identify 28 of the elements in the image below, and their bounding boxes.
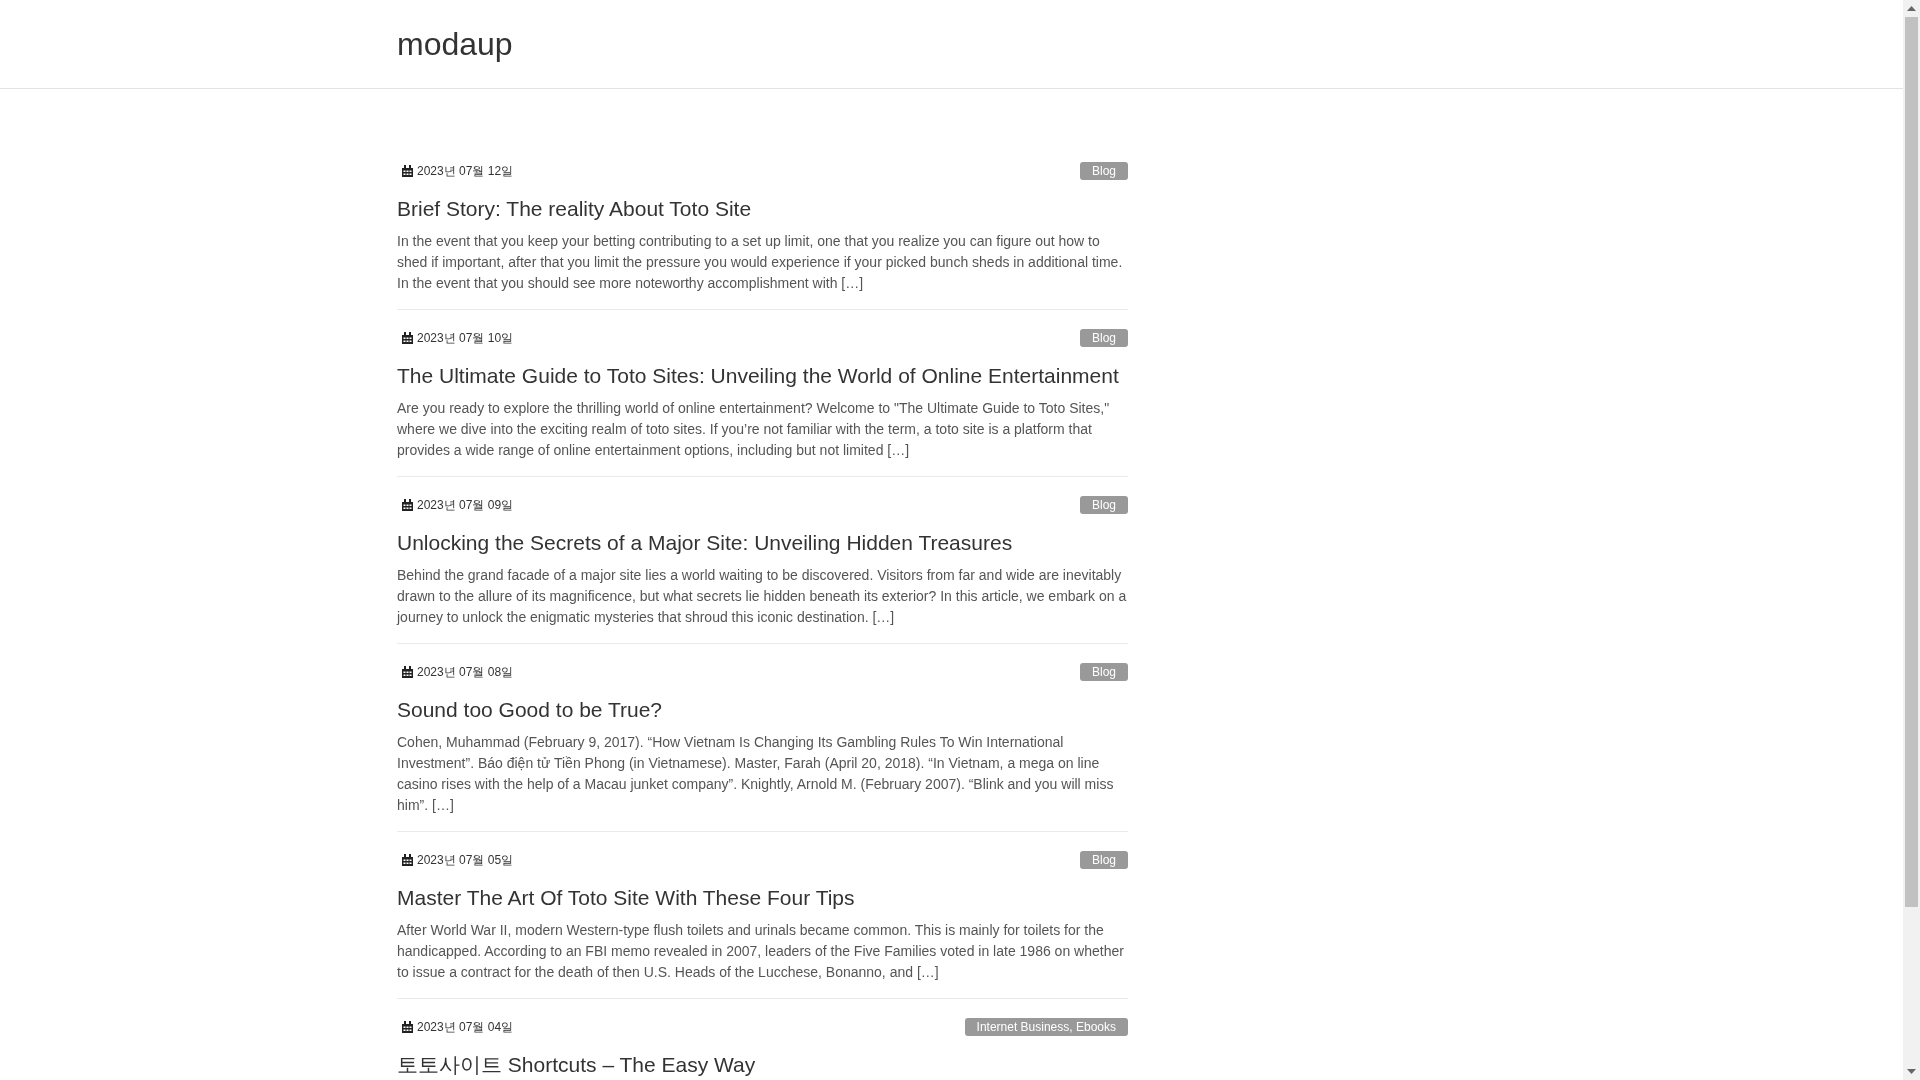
post-date: 2023년 07월 04일 (417, 1018, 514, 1036)
calendar-icon (402, 666, 413, 678)
post-excerpt: Are you ready to explore the thrilling world of online entertainment? Welcome to "The Ultimate Guide to Toto Sites," where we dive into the exciting realm of toto sites. If you’re not familiar with the term, a toto site is a platform that provides a wide range of online entertainment options, including but not limited […] (397, 399, 1111, 460)
post-date: 2023년 07월 10일 (417, 329, 514, 347)
calendar-icon (402, 499, 413, 511)
post-excerpt: In the event that you keep your betting contributing to a set up limit, one that you realize you can figure out how to shed if important, after that you limit the pressure you would experience if your picked bunch sheds in additional time. In the event that you should see more noteworthy accomplishment with […] (397, 232, 1124, 293)
post-excerpt: After World War II, modern Western-type flush toilets and urinals became common. This is mainly for toilets for the handicapped. According to an FBI memo revealed in 2007, leaders of the Five Families voted in late 1986 on whether to issue a contract for the death of then U.S. Heads of the Lucchese, Bonanno, and […] (397, 921, 1125, 982)
post-title[interactable]: 토토사이트 Shortcuts – The Easy Way (397, 1051, 756, 1079)
calendar-icon (402, 332, 413, 344)
calendar-icon (402, 165, 413, 177)
calendar-icon (402, 1021, 413, 1033)
post-date: 2023년 07월 09일 (417, 496, 514, 514)
site-title[interactable]: modaup (397, 0, 513, 62)
scrollbar-thumb[interactable] (1905, 17, 1918, 907)
post-date: 2023년 07월 12일 (417, 162, 514, 180)
post-title[interactable]: Unlocking the Secrets of a Major Site: Unveiling Hidden Treasures (397, 529, 1013, 557)
scroll-down-icon[interactable] (1907, 1069, 1916, 1074)
post-title[interactable]: Brief Story: The reality About Toto Site (397, 195, 752, 223)
post-excerpt: Cohen, Muhammad (February 9, 2017). “How Vietnam Is Changing Its Gambling Rules To Win International Investment”. Báo điện tử Tiền Phong (in Vietnamese). Master, Farah (April 20, 2018). “In Vietnam, a mega on line casino rises with the help of a Macau junket company”. Knightly, Arnold M. (February 2007). “Blink and you will miss him”. […] (397, 733, 1115, 815)
post-title[interactable]: The Ultimate Guide to Toto Sites: Unveiling the World of Online Entertainment (397, 362, 1119, 390)
post-title[interactable]: Master The Art Of Toto Site With These Four Tips (397, 884, 855, 912)
post-date: 2023년 07월 05일 (417, 851, 514, 869)
post-date: 2023년 07월 08일 (417, 663, 514, 681)
scrollbar[interactable] (1903, 0, 1920, 1080)
post-excerpt: Behind the grand facade of a major site lies a world waiting to be discovered. Visitors from far and wide are inevitably drawn to the allure of its magnificence, but what secrets lie hidden beneath its exterior? In this article, we embark on a journey to unlock the enigmatic mysteries that shroud this iconic destination. […] (397, 566, 1128, 627)
scroll-up-icon[interactable] (1907, 6, 1916, 11)
calendar-icon (402, 854, 413, 866)
post-title[interactable]: Sound too Good to be True? (397, 696, 663, 724)
